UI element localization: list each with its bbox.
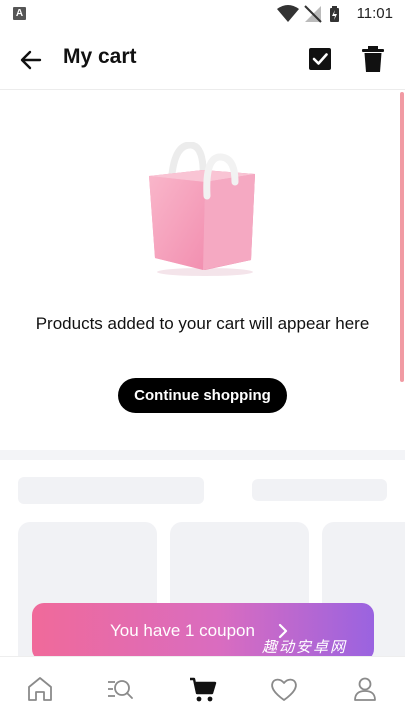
section-divider <box>0 450 405 460</box>
home-icon[interactable] <box>25 675 55 703</box>
search-list-icon[interactable] <box>105 675 135 703</box>
status-icons <box>277 5 339 23</box>
app-header: My cart <box>0 28 405 90</box>
checkbox-checked-icon[interactable] <box>306 45 334 73</box>
trash-icon[interactable] <box>359 44 387 74</box>
cart-page: A 11:01 My cart Products added to your c… <box>0 0 405 720</box>
cart-icon[interactable] <box>188 675 218 703</box>
a-icon: A <box>13 7 26 20</box>
back-arrow-icon[interactable] <box>16 45 46 75</box>
heart-icon[interactable] <box>269 675 299 703</box>
coupon-label: You have 1 coupon <box>110 621 255 640</box>
empty-cart-message: Products added to your cart will appear … <box>35 314 370 333</box>
shopping-bag-icon <box>149 142 255 276</box>
empty-cart-section: Products added to your cart will appear … <box>0 90 405 450</box>
no-signal-icon <box>304 5 322 23</box>
battery-icon <box>330 6 339 22</box>
scrollbar[interactable] <box>400 92 404 382</box>
profile-icon[interactable] <box>350 675 380 703</box>
clock: 11:01 <box>356 5 393 22</box>
page-title: My cart <box>63 45 137 68</box>
watermark: 趣动安卓网 <box>262 638 348 656</box>
status-bar: A 11:01 <box>0 0 405 28</box>
skeleton-section-title <box>18 477 204 504</box>
continue-shopping-button[interactable]: Continue shopping <box>118 378 287 413</box>
wifi-icon <box>277 5 299 22</box>
skeleton-section-link <box>252 479 387 501</box>
bottom-nav <box>0 656 405 720</box>
